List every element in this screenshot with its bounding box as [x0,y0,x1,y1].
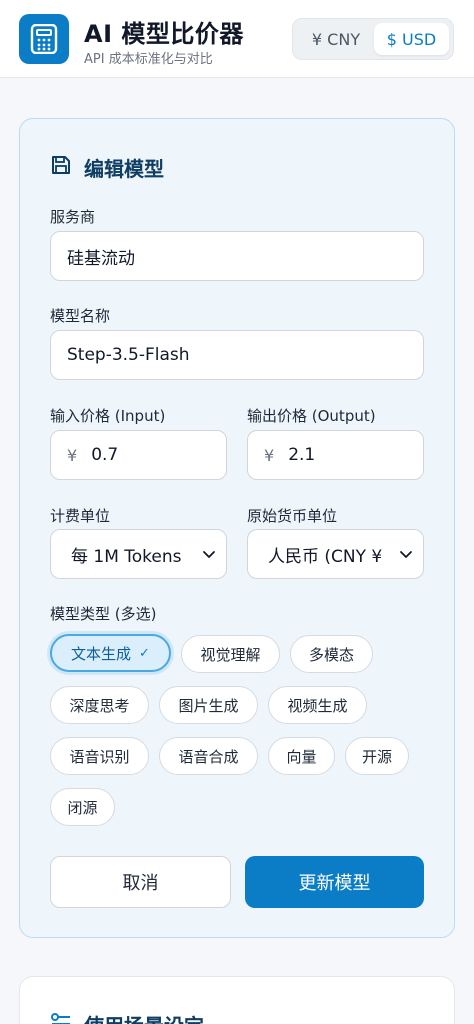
chip-label: 视觉理解 [200,645,261,664]
model-type-chip-open-source[interactable]: 开源 [345,737,409,775]
model-type-label: 模型类型 (多选) [50,605,157,623]
currency-cny-button[interactable]: ¥ CNY [299,23,373,55]
model-name-label: 模型名称 [50,307,111,325]
update-model-button[interactable]: 更新模型 [245,856,424,908]
chevron-down-icon [399,547,413,561]
check-icon: ✓ [139,645,150,661]
calculator-icon [19,14,69,64]
chip-label: 向量 [286,747,317,766]
model-type-chip-speech-recognition[interactable]: 语音识别 [50,737,149,775]
billing-unit-value: 每 1M Tokens [71,546,182,567]
model-type-chip-text-generation[interactable]: 文本生成 ✓ [50,634,171,672]
app-title: AI 模型比价器 [84,20,244,48]
model-name-input[interactable]: Step-3.5-Flash [50,330,424,380]
chip-label: 文本生成 [71,644,132,663]
chip-label: 多模态 [308,645,354,664]
input-price-value: 0.7 [91,445,119,465]
input-price-label: 输入价格 (Input) [50,407,166,425]
billing-unit-select[interactable]: 每 1M Tokens [50,529,227,579]
model-type-chip-embedding[interactable]: 向量 [268,737,335,775]
output-price-value: 2.1 [288,445,316,465]
currency-toggle: ¥ CNY $ USD [292,18,454,60]
currency-usd-button[interactable]: $ USD [374,23,449,55]
original-currency-label: 原始货币单位 [247,507,338,525]
chip-label: 语音合成 [178,747,239,766]
original-currency-select[interactable]: 人民币 (CNY ¥ [247,529,424,579]
provider-label: 服务商 [50,208,96,226]
original-currency-value: 人民币 (CNY ¥ [268,546,383,567]
provider-value: 硅基流动 [67,248,135,269]
chip-label: 深度思考 [69,696,130,715]
model-name-value: Step-3.5-Flash [67,345,190,365]
usage-settings-title: 使用场景设定 [84,1010,204,1024]
chip-label: 图片生成 [178,696,239,715]
chip-label: 闭源 [67,798,98,817]
save-icon [52,156,70,174]
app-subtitle: API 成本标准化与对比 [84,52,213,67]
sliders-icon [51,1013,70,1024]
model-type-chip-closed-source[interactable]: 闭源 [50,788,115,826]
yen-symbol: ¥ [264,445,275,465]
output-price-field[interactable]: ¥ 2.1 [247,430,424,480]
chip-label: 视频生成 [287,696,348,715]
input-price-field[interactable]: ¥ 0.7 [50,430,227,480]
cancel-button[interactable]: 取消 [50,856,231,908]
edit-model-title: 编辑模型 [84,157,164,181]
model-type-chip-speech-synthesis[interactable]: 语音合成 [159,737,258,775]
chip-label: 语音识别 [69,747,130,766]
billing-unit-label: 计费单位 [50,507,111,525]
yen-symbol: ¥ [67,445,78,465]
provider-input[interactable]: 硅基流动 [50,231,424,281]
model-type-chip-multimodal[interactable]: 多模态 [290,635,373,673]
app-header: AI 模型比价器 API 成本标准化与对比 ¥ CNY $ USD [0,0,474,78]
chip-label: 开源 [361,747,392,766]
model-type-chip-reasoning[interactable]: 深度思考 [50,686,149,724]
model-type-chip-video-generation[interactable]: 视频生成 [268,686,367,724]
output-price-label: 输出价格 (Output) [247,407,376,425]
model-type-chip-vision[interactable]: 视觉理解 [181,635,280,673]
model-type-chip-image-generation[interactable]: 图片生成 [159,686,258,724]
chevron-down-icon [203,551,215,558]
